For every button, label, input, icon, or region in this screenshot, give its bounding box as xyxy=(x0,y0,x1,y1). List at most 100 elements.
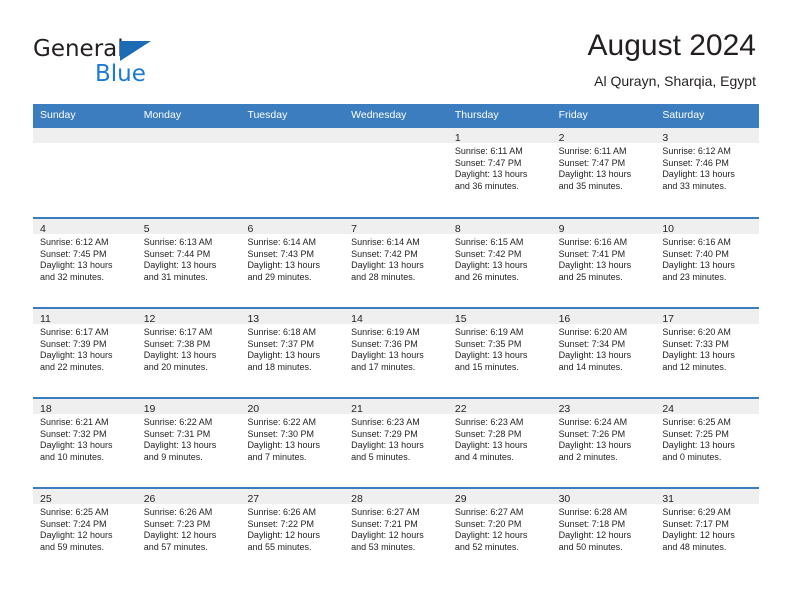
daylight-duration-line2: and 14 minutes. xyxy=(558,361,623,372)
sunrise-time: Sunrise: 6:23 AM xyxy=(351,417,420,427)
day-cell[interactable]: 1 Sunrise: 6:11 AM Sunset: 7:47 PM Daylight… xyxy=(447,126,552,216)
daylight-duration-line1: Daylight: 13 hours xyxy=(143,440,217,451)
weekday-header-sunday: Sunday xyxy=(40,109,76,121)
day-cell[interactable]: 20 Sunrise: 6:22 AM Sunset: 7:30 PM Dayligh… xyxy=(240,397,345,486)
daylight-duration-line2: and 48 minutes. xyxy=(662,541,727,552)
day-number: 1 xyxy=(454,132,461,144)
day-details: Sunrise: 6:16 AM Sunset: 7:40 PM Daylight:… xyxy=(655,234,759,283)
daylight-duration-line2: and 2 minutes. xyxy=(558,451,618,462)
general-blue-logo[interactable]: General Blue xyxy=(33,36,233,92)
sunrise-time: Sunrise: 6:26 AM xyxy=(247,507,316,517)
day-cell[interactable]: 8 Sunrise: 6:15 AM Sunset: 7:42 PM Daylight… xyxy=(447,217,552,306)
calendar-week-row: 11 Sunrise: 6:17 AM Sunset: 7:39 PM Dayligh… xyxy=(33,306,760,396)
day-cell[interactable]: 30 Sunrise: 6:28 AM Sunset: 7:18 PM Dayligh… xyxy=(551,487,656,576)
sunrise-time: Sunrise: 6:15 AM xyxy=(454,237,524,247)
daylight-duration-line1: Daylight: 12 hours xyxy=(143,530,217,541)
day-cell[interactable]: 4 Sunrise: 6:12 AM Sunset: 7:45 PM Daylight… xyxy=(33,217,137,306)
day-cell[interactable]: 6 Sunrise: 6:14 AM Sunset: 7:43 PM Daylight… xyxy=(240,217,345,306)
day-cell[interactable]: 14 Sunrise: 6:19 AM Sunset: 7:36 PM Dayligh… xyxy=(344,307,448,396)
day-number-band xyxy=(344,128,448,143)
day-cell[interactable]: 15 Sunrise: 6:19 AM Sunset: 7:35 PM Dayligh… xyxy=(447,307,552,396)
day-cell[interactable]: 29 Sunrise: 6:27 AM Sunset: 7:20 PM Dayligh… xyxy=(447,487,552,576)
day-details: Sunrise: 6:14 AM Sunset: 7:42 PM Daylight:… xyxy=(344,234,448,283)
day-number: 16 xyxy=(558,313,571,325)
day-cell-empty xyxy=(136,126,241,216)
sunset-time: Sunset: 7:42 PM xyxy=(351,248,418,259)
daylight-duration-line2: and 35 minutes. xyxy=(558,180,623,191)
day-number: 30 xyxy=(558,493,571,505)
day-number: 24 xyxy=(662,403,674,415)
day-number: 12 xyxy=(143,313,156,325)
sunset-time: Sunset: 7:28 PM xyxy=(454,428,522,439)
sunset-time: Sunset: 7:37 PM xyxy=(247,338,314,349)
day-cell[interactable]: 12 Sunrise: 6:17 AM Sunset: 7:38 PM Dayligh… xyxy=(136,307,241,396)
day-details: Sunrise: 6:18 AM Sunset: 7:37 PM Daylight:… xyxy=(240,324,344,373)
day-details: Sunrise: 6:17 AM Sunset: 7:38 PM Daylight:… xyxy=(137,324,241,373)
day-number: 25 xyxy=(40,493,52,505)
day-cell[interactable]: 27 Sunrise: 6:26 AM Sunset: 7:22 PM Dayligh… xyxy=(240,487,345,576)
sunrise-time: Sunrise: 6:12 AM xyxy=(662,146,731,156)
day-number-band: 1 xyxy=(447,128,552,144)
day-number: 19 xyxy=(143,403,156,415)
day-cell[interactable]: 25 Sunrise: 6:25 AM Sunset: 7:24 PM Dayligh… xyxy=(33,487,137,576)
daylight-duration-line2: and 53 minutes. xyxy=(351,541,416,552)
day-number-band: 30 xyxy=(551,489,656,505)
day-cell[interactable]: 23 Sunrise: 6:24 AM Sunset: 7:26 PM Dayligh… xyxy=(551,397,656,486)
day-number: 6 xyxy=(247,223,254,235)
sunset-time: Sunset: 7:17 PM xyxy=(662,518,729,529)
daylight-duration-line2: and 18 minutes. xyxy=(247,361,312,372)
day-details: Sunrise: 6:27 AM Sunset: 7:21 PM Daylight:… xyxy=(344,504,448,553)
sunrise-time: Sunrise: 6:17 AM xyxy=(143,327,213,337)
sunset-time: Sunset: 7:40 PM xyxy=(662,248,729,259)
day-number-band: 17 xyxy=(655,309,760,325)
day-number-band: 5 xyxy=(136,219,241,235)
day-number-band: 10 xyxy=(655,219,760,235)
daylight-duration-line2: and 9 minutes. xyxy=(143,451,203,462)
day-cell[interactable]: 5 Sunrise: 6:13 AM Sunset: 7:44 PM Daylight… xyxy=(136,217,241,306)
day-number-band: 11 xyxy=(33,309,137,325)
day-number-band: 8 xyxy=(447,219,552,235)
day-cell[interactable]: 24 Sunrise: 6:25 AM Sunset: 7:25 PM Dayligh… xyxy=(655,397,760,486)
day-cell[interactable]: 31 Sunrise: 6:29 AM Sunset: 7:17 PM Dayligh… xyxy=(655,487,760,576)
day-cell[interactable]: 13 Sunrise: 6:18 AM Sunset: 7:37 PM Dayligh… xyxy=(240,307,345,396)
daylight-duration-line1: Daylight: 12 hours xyxy=(351,530,424,541)
day-number-band: 9 xyxy=(551,219,656,235)
day-number: 17 xyxy=(662,313,674,325)
sunrise-time: Sunrise: 6:16 AM xyxy=(558,237,628,247)
day-details: Sunrise: 6:12 AM Sunset: 7:45 PM Daylight:… xyxy=(33,234,137,283)
daylight-duration-line1: Daylight: 13 hours xyxy=(247,350,320,361)
day-cell[interactable]: 18 Sunrise: 6:21 AM Sunset: 7:32 PM Dayligh… xyxy=(33,397,137,486)
sunrise-time: Sunrise: 6:27 AM xyxy=(454,507,524,517)
day-cell[interactable]: 7 Sunrise: 6:14 AM Sunset: 7:42 PM Daylight… xyxy=(344,217,448,306)
day-number-band: 13 xyxy=(240,309,345,325)
sunrise-time: Sunrise: 6:25 AM xyxy=(662,417,731,427)
day-cell[interactable]: 3 Sunrise: 6:12 AM Sunset: 7:46 PM Daylight… xyxy=(655,126,760,216)
day-number-band: 27 xyxy=(240,489,345,505)
weekday-header-row: Sunday Monday Tuesday Wednesday Thursday Frid… xyxy=(33,104,759,126)
day-number-band: 14 xyxy=(344,309,448,325)
day-cell[interactable]: 28 Sunrise: 6:27 AM Sunset: 7:21 PM Dayligh… xyxy=(344,487,448,576)
day-cell[interactable]: 26 Sunrise: 6:26 AM Sunset: 7:23 PM Dayligh… xyxy=(136,487,241,576)
day-details: Sunrise: 6:20 AM Sunset: 7:33 PM Daylight:… xyxy=(655,324,759,373)
day-cell[interactable]: 10 Sunrise: 6:16 AM Sunset: 7:40 PM Dayligh… xyxy=(655,217,760,306)
day-cell[interactable]: 16 Sunrise: 6:20 AM Sunset: 7:34 PM Dayligh… xyxy=(551,307,656,396)
day-number: 22 xyxy=(454,403,467,415)
day-cell[interactable]: 2 Sunrise: 6:11 AM Sunset: 7:47 PM Daylight… xyxy=(551,126,656,216)
day-details: Sunrise: 6:27 AM Sunset: 7:20 PM Daylight:… xyxy=(448,504,552,553)
day-cell[interactable]: 19 Sunrise: 6:22 AM Sunset: 7:31 PM Dayligh… xyxy=(136,397,241,486)
weekday-header-monday: Monday xyxy=(143,109,182,121)
sunrise-time: Sunrise: 6:16 AM xyxy=(662,237,731,247)
day-cell[interactable]: 11 Sunrise: 6:17 AM Sunset: 7:39 PM Dayligh… xyxy=(33,307,137,396)
calendar-body: 1 Sunrise: 6:11 AM Sunset: 7:47 PM Daylight… xyxy=(33,126,760,576)
sunrise-time: Sunrise: 6:13 AM xyxy=(143,237,213,247)
daylight-duration-line2: and 29 minutes. xyxy=(247,271,312,282)
daylight-duration-line1: Daylight: 13 hours xyxy=(558,260,632,271)
day-number-band: 28 xyxy=(344,489,448,505)
day-details: Sunrise: 6:28 AM Sunset: 7:18 PM Daylight:… xyxy=(552,504,656,553)
day-details: Sunrise: 6:26 AM Sunset: 7:23 PM Daylight:… xyxy=(137,504,241,553)
day-cell[interactable]: 9 Sunrise: 6:16 AM Sunset: 7:41 PM Daylight… xyxy=(551,217,656,306)
day-cell[interactable]: 17 Sunrise: 6:20 AM Sunset: 7:33 PM Dayligh… xyxy=(655,307,760,396)
weekday-header-thursday: Thursday xyxy=(454,109,499,121)
day-cell[interactable]: 22 Sunrise: 6:23 AM Sunset: 7:28 PM Dayligh… xyxy=(447,397,552,486)
day-cell[interactable]: 21 Sunrise: 6:23 AM Sunset: 7:29 PM Dayligh… xyxy=(344,397,448,486)
